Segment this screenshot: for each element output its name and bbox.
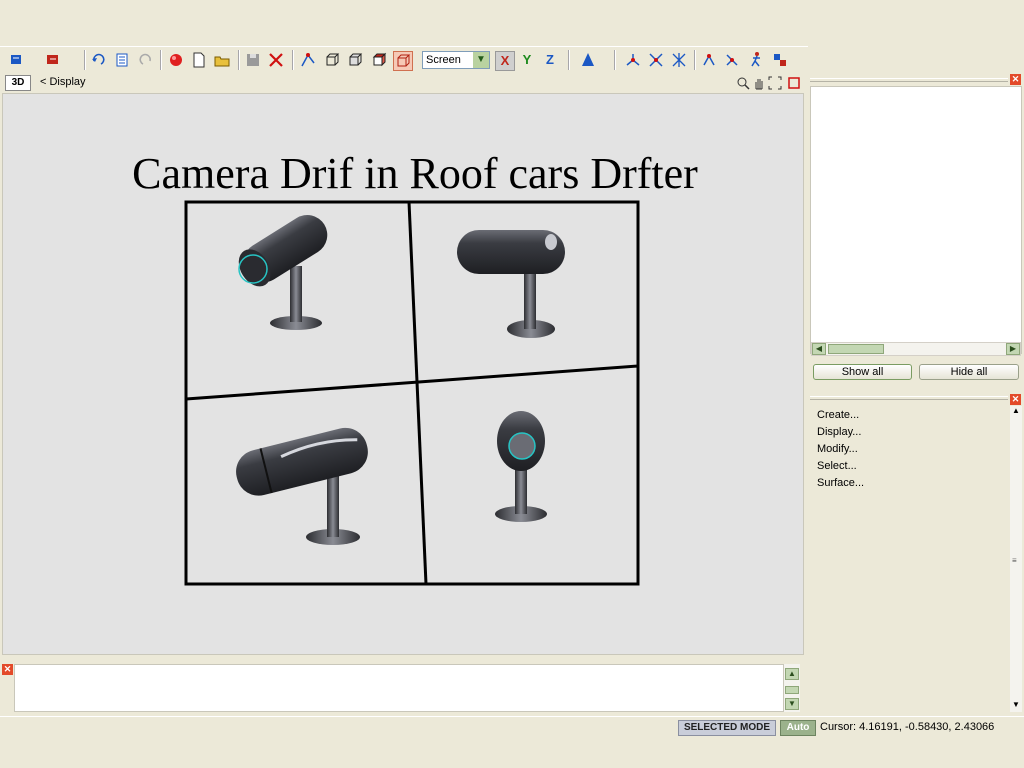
camera-view-angled	[236, 427, 368, 545]
select-vertex-icon[interactable]	[299, 51, 317, 69]
menu-surface[interactable]: Surface...	[817, 477, 864, 489]
breadcrumb[interactable]: < Display	[40, 76, 86, 88]
open-model-icon[interactable]	[8, 51, 26, 69]
grid-divider-horizontal	[185, 364, 639, 401]
maximize-icon[interactable]	[787, 76, 801, 90]
figure-move-icon[interactable]	[723, 51, 741, 69]
command-panel: ✕ Create... Display... Modify... Select.…	[808, 392, 1024, 714]
console-output[interactable]	[14, 664, 784, 712]
console-panel: ✕ ▲ ▼	[0, 662, 806, 714]
scroll-left-icon[interactable]: ◀	[812, 343, 826, 355]
vertical-scrollbar[interactable]: ▲ ≡ ▼	[1010, 406, 1022, 712]
record-icon[interactable]	[167, 51, 185, 69]
save-disk-icon[interactable]	[244, 51, 262, 69]
close-icon[interactable]: ✕	[1010, 74, 1021, 85]
view-3d-toggle[interactable]: 3D	[5, 75, 31, 91]
open-folder-icon[interactable]	[213, 51, 231, 69]
undo-icon[interactable]	[89, 51, 107, 69]
zoom-icon[interactable]	[736, 76, 750, 90]
object-list[interactable]	[810, 86, 1022, 354]
camera-grid-drawing	[184, 200, 640, 586]
scroll-grip-icon[interactable]	[785, 686, 799, 694]
scroll-down-icon[interactable]: ▼	[785, 698, 799, 710]
scroll-down-icon[interactable]: ▼	[1012, 700, 1020, 709]
delete-icon[interactable]	[267, 51, 285, 69]
camera-view-front-left	[238, 215, 328, 330]
selected-mode-badge: SELECTED MODE	[678, 720, 776, 736]
axis-y-button[interactable]: Y	[518, 51, 536, 69]
objects-panel: ✕ ◀ ▶ Show all Hide all	[808, 74, 1024, 380]
chevron-down-icon[interactable]: ▼	[473, 52, 489, 68]
view-mode-value: Screen	[426, 54, 461, 66]
wire-cube-icon[interactable]	[323, 51, 341, 69]
main-toolbar: Screen ▼ X Y Z	[0, 46, 808, 73]
auto-badge[interactable]: Auto	[780, 720, 816, 736]
figure-walk-icon[interactable]	[747, 51, 765, 69]
hide-all-button[interactable]: Hide all	[919, 364, 1019, 380]
3d-viewport[interactable]: Camera Drif in Roof cars Drfter	[2, 93, 804, 655]
scroll-up-icon[interactable]: ▲	[1012, 406, 1020, 415]
viewport-header: 3D < Display	[2, 73, 804, 93]
render-cube-icon[interactable]	[393, 51, 413, 71]
grid-divider-vertical	[407, 201, 428, 585]
new-file-icon[interactable]	[190, 51, 208, 69]
horizontal-scrollbar[interactable]: ◀ ▶	[811, 342, 1021, 356]
cone-icon[interactable]	[579, 51, 597, 69]
axis-cross-icon[interactable]	[647, 51, 665, 69]
export-icon[interactable]	[44, 51, 62, 69]
scroll-right-icon[interactable]: ▶	[1006, 343, 1020, 355]
view-mode-select[interactable]: Screen ▼	[422, 51, 490, 69]
scroll-up-icon[interactable]: ▲	[785, 668, 799, 680]
axis-z-button[interactable]: Z	[541, 51, 559, 69]
cursor-readout: Cursor: 4.16191, -0.58430, 2.43066	[820, 721, 995, 733]
close-icon[interactable]: ✕	[2, 664, 13, 675]
menu-modify[interactable]: Modify...	[817, 443, 858, 455]
shaded-cube-icon[interactable]	[370, 51, 388, 69]
axis-tool-icon[interactable]	[624, 51, 642, 69]
redo-icon[interactable]	[137, 51, 155, 69]
pan-hand-icon[interactable]	[752, 76, 766, 90]
console-scrollbar[interactable]: ▲ ▼	[784, 664, 800, 712]
scroll-grip-icon[interactable]: ≡	[1012, 556, 1017, 565]
axis-x-button[interactable]: X	[495, 51, 515, 71]
menu-select[interactable]: Select...	[817, 460, 857, 472]
axis-star-icon[interactable]	[670, 51, 688, 69]
close-icon[interactable]: ✕	[1010, 394, 1021, 405]
show-all-button[interactable]: Show all	[813, 364, 912, 380]
solid-cube-icon[interactable]	[346, 51, 364, 69]
menu-display[interactable]: Display...	[817, 426, 861, 438]
properties-icon[interactable]	[113, 51, 131, 69]
camera-view-side	[457, 230, 565, 338]
figure-tool-icon[interactable]	[700, 51, 718, 69]
fit-view-icon[interactable]	[768, 76, 782, 90]
status-bar: SELECTED MODE Auto Cursor: 4.16191, -0.5…	[0, 716, 1024, 739]
figure-group-icon[interactable]	[771, 51, 789, 69]
scroll-thumb[interactable]	[828, 344, 884, 354]
camera-view-front	[495, 411, 547, 522]
menu-create[interactable]: Create...	[817, 409, 859, 421]
